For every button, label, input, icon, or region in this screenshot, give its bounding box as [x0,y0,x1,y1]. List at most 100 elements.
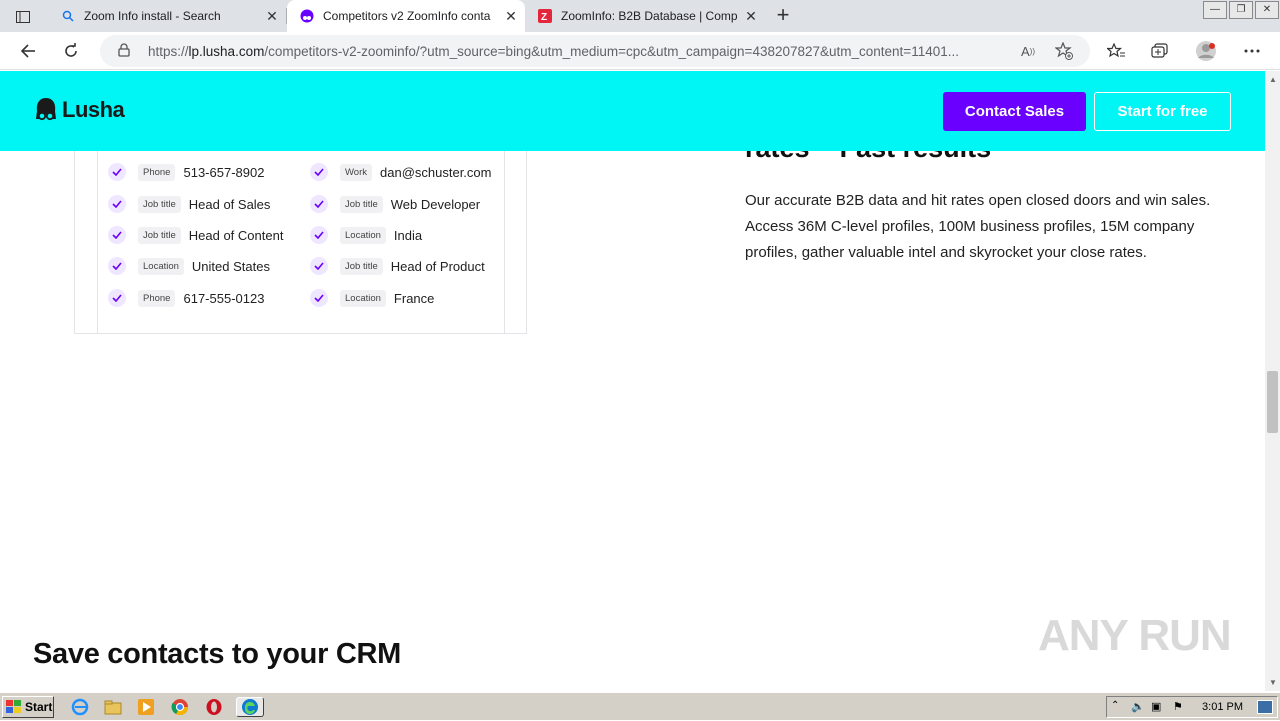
contact-row: Job title Head of Content Location India [98,224,504,246]
lusha-logo[interactable]: Lusha [34,97,125,123]
close-icon[interactable]: ✕ [264,8,280,24]
check-icon [310,195,328,213]
folder-icon[interactable] [104,698,122,716]
contact-row: Location United States Job title Head of Pr… [98,255,504,277]
scroll-up-icon[interactable]: ▲ [1269,75,1277,84]
check-icon [310,226,328,244]
contact-field: Work dan@schuster.com [310,161,491,183]
window-controls: — ❐ ✕ [1202,0,1280,20]
action-center-flag-icon[interactable]: ⚑ [1173,700,1183,713]
collections-icon [1151,43,1168,58]
section-description: Our accurate B2B data and hit rates open… [745,192,1211,261]
site-header: Lusha Contact Sales Start for free [0,71,1265,151]
lusha-logo-icon [36,98,56,121]
contact-row: Job title Head of Sales Job title Web Devel… [98,193,504,215]
check-icon [108,289,126,307]
scrollbar-thumb[interactable] [1267,371,1278,433]
field-tag: Location [340,289,386,307]
contact-field: Location United States [108,255,270,277]
refresh-icon [65,43,77,57]
field-tag: Location [138,257,184,275]
scroll-down-icon[interactable]: ▼ [1269,678,1277,687]
back-button[interactable] [15,39,41,63]
field-value: 513-657-8902 [183,164,265,180]
check-icon [108,257,126,275]
field-value: India [393,227,423,243]
windows-logo-icon [6,700,21,713]
contact-field: Job title Head of Sales [108,193,270,215]
field-value: Head of Product [390,258,485,274]
contact-row: Phone 617-555-0123 Location France [98,287,504,309]
field-tag: Job title [340,195,383,213]
add-favorite-icon[interactable] [1053,42,1075,60]
start-button[interactable]: Start [2,696,54,718]
windows-taskbar: Start ⌃ 🔈 ▣ ⚑ 3:01 PM [0,692,1280,720]
contact-field: Job title Head of Content [108,224,283,246]
show-desktop-icon[interactable] [1257,700,1273,714]
field-tag: Job title [138,195,181,213]
tab-zoominfo-search[interactable]: Zoom Info install - Search ✕ [48,0,286,32]
favorites-button[interactable] [1103,39,1129,63]
page-viewport: Lusha Contact Sales Start for free rates… [0,71,1265,691]
check-icon [108,226,126,244]
maximize-button[interactable]: ❐ [1229,1,1253,19]
check-icon [108,163,126,181]
field-value: France [393,290,435,306]
minimize-button[interactable]: — [1203,1,1227,19]
start-for-free-button[interactable]: Start for free [1094,92,1231,131]
network-icon[interactable]: ▣ [1151,700,1161,713]
field-value: dan@schuster.com [380,164,492,180]
new-tab-button[interactable]: + [770,4,796,28]
address-bar[interactable]: https://lp.lusha.com/competitors-v2-zoom… [100,35,1090,67]
back-arrow-icon [20,44,35,58]
collections-button[interactable] [1147,39,1173,63]
check-icon [310,257,328,275]
edge-taskbar-button[interactable] [236,697,264,717]
volume-icon[interactable]: 🔈 [1131,700,1145,713]
anyrun-watermark: ANY RUN [1038,611,1232,660]
profile-button[interactable] [1193,39,1219,63]
edge-icon [242,699,258,715]
check-icon [310,163,328,181]
tab-competitors-lusha[interactable]: Competitors v2 ZoomInfo conta ✕ [287,0,525,32]
opera-icon[interactable] [205,698,223,716]
contact-field: Location India [310,224,422,246]
refresh-button[interactable] [58,39,84,63]
check-icon [108,195,126,213]
field-value: Head of Sales [188,196,271,212]
contact-field: Location France [310,287,434,309]
lusha-icon [299,8,315,24]
field-value: Head of Content [188,227,284,243]
close-icon[interactable]: ✕ [503,8,519,24]
more-dots-icon [1244,49,1260,53]
chrome-icon[interactable] [171,698,189,716]
tab-actions-icon [16,11,30,23]
vertical-scrollbar[interactable]: ▲ ▼ [1265,71,1280,691]
contact-field: Job title Web Developer [310,193,480,215]
close-icon[interactable]: ✕ [743,8,759,24]
crm-section-heading: Save contacts to your CRM [33,638,401,670]
field-value: Web Developer [390,196,481,212]
media-player-icon[interactable] [137,698,155,716]
tray-expand-icon[interactable]: ⌃ [1111,700,1119,711]
field-tag: Phone [138,163,176,181]
contact-field: Phone 617-555-0123 [108,287,264,309]
tab-title: Zoom Info install - Search [84,9,221,23]
start-label: Start [25,700,53,714]
settings-menu-button[interactable] [1239,39,1265,63]
field-value: United States [191,258,270,274]
close-window-button[interactable]: ✕ [1255,1,1279,19]
url-text: https://lp.lusha.com/competitors-v2-zoom… [148,44,959,59]
lock-icon [118,43,130,62]
field-value: 617-555-0123 [183,290,265,306]
logo-text: Lusha [62,97,125,122]
ie-icon[interactable] [71,698,89,716]
tab-zoominfo-database[interactable]: Z ZoomInfo: B2B Database | Comp ✕ [525,0,765,32]
contact-sales-button[interactable]: Contact Sales [943,92,1086,131]
taskbar-clock[interactable]: 3:01 PM [1202,701,1243,713]
tab-actions-button[interactable] [10,7,36,27]
contact-field: Phone 513-657-8902 [108,161,264,183]
contact-data-card: Job titleProduct ManagerJob titleSocial … [74,131,527,334]
field-tag: Location [340,226,386,244]
read-aloud-icon[interactable]: A)) [1017,42,1039,60]
